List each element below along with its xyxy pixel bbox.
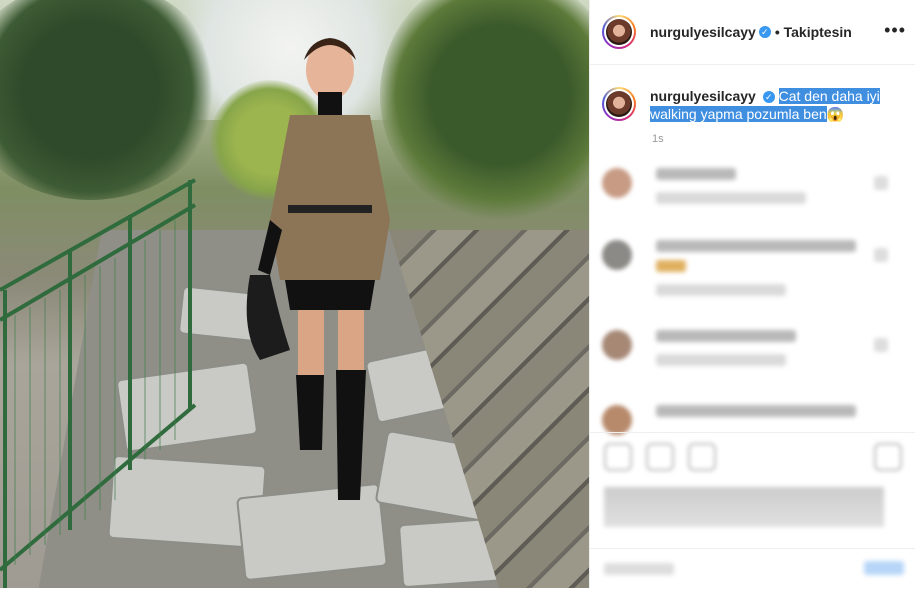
avatar[interactable] [602,87,636,121]
caption-text: nurgulyesilcayy ✓ Cat den daha iyi walki… [650,87,880,123]
add-comment-bar [590,548,915,589]
like-comment-icon[interactable] [874,248,888,262]
caption: nurgulyesilcayy ✓ Cat den daha iyi walki… [590,65,915,123]
caption-line-1: Cat den daha iyi [778,88,880,104]
comment-blurred [656,168,736,180]
post-comment-button[interactable] [864,561,904,575]
comment-meta-blurred [656,284,786,296]
comment [602,405,856,435]
post-photo[interactable] [0,0,589,588]
follow-status[interactable]: • Takiptesin [775,24,852,40]
comment [602,330,796,374]
verified-badge-icon: ✓ [758,26,771,38]
add-comment-input[interactable] [604,563,674,575]
comment [602,240,856,304]
caption-line-2: walking yapma pozumla ben [650,106,827,122]
like-comment-icon[interactable] [874,176,888,190]
avatar[interactable] [602,15,636,49]
avatar[interactable] [602,405,632,435]
post-side-panel: nurgulyesilcayy ✓ • Takiptesin ••• nurgu… [589,0,915,588]
share-icon[interactable] [688,443,716,471]
comment-blurred [656,405,856,417]
avatar[interactable] [602,330,632,360]
more-options-icon[interactable]: ••• [884,20,906,41]
caption-emoji: 😱 [826,106,845,122]
comment-emoji-blurred [656,260,686,272]
comment-meta-blurred [656,354,786,366]
bookmark-icon[interactable] [874,443,902,471]
caption-username[interactable]: nurgulyesilcayy [650,88,756,104]
like-comment-icon[interactable] [874,338,888,352]
green-fence [0,178,197,588]
post-actions [590,432,915,589]
username-link[interactable]: nurgulyesilcayy [650,24,756,40]
comment [602,168,806,212]
comment-blurred [656,240,856,252]
comment-icon[interactable] [646,443,674,471]
woman-figure [246,38,390,500]
post-header: nurgulyesilcayy ✓ • Takiptesin ••• [590,0,915,65]
heart-icon[interactable] [604,443,632,471]
avatar[interactable] [602,168,632,198]
comment-blurred [656,330,796,342]
avatar[interactable] [602,240,632,270]
verified-badge-icon: ✓ [762,91,775,104]
likes-blurred [604,487,884,527]
post-time: 1s [652,133,664,145]
comment-meta-blurred [656,192,806,204]
